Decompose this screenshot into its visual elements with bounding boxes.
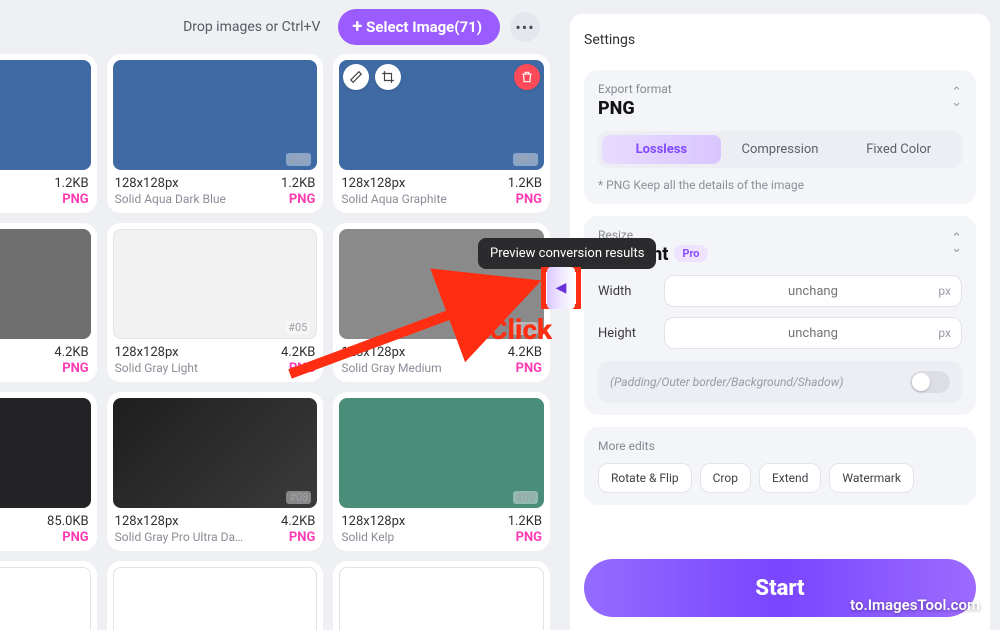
site-watermark: to.ImagesTool.com <box>850 596 980 614</box>
more-menu-button[interactable]: ••• <box>510 12 540 42</box>
card-name: Solid Aqua Graphite <box>341 192 446 206</box>
card-name: Solid Kelp <box>341 530 394 544</box>
card-index: #08 <box>286 491 311 504</box>
export-format-note: * PNG Keep all the details of the image <box>598 178 962 192</box>
chevron-updown-icon: ⌃⌄ <box>951 88 962 108</box>
image-card[interactable] <box>333 561 550 630</box>
padding-switch[interactable] <box>910 371 950 393</box>
card-name: Solid Gray Pro Ultra Dark <box>115 530 245 544</box>
height-input[interactable]: px <box>664 317 962 349</box>
export-mode-segmented: Lossless Compression Fixed Color <box>598 131 962 168</box>
chip-watermark[interactable]: Watermark <box>829 463 914 493</box>
image-card[interactable]: #03 128x128px 1.2KB Solid Aqua Graphite PNG <box>333 54 550 213</box>
card-format: PNG <box>62 361 88 376</box>
card-size: 1.2KB <box>508 176 542 191</box>
settings-panel: Settings Export format PNG ⌃⌄ Lossless C… <box>570 14 990 630</box>
height-field[interactable] <box>695 326 932 341</box>
card-size: 1.2KB <box>508 514 542 529</box>
more-edits-label: More edits <box>598 439 962 453</box>
card-size: 1.2KB <box>281 176 315 191</box>
padding-toggle-row[interactable]: (Padding/Outer border/Background/Shadow) <box>598 361 962 403</box>
seg-lossless[interactable]: Lossless <box>602 135 721 164</box>
card-name: Solid Aqua Dark Blue <box>115 192 226 206</box>
select-image-button[interactable]: + Select Image(71) <box>338 9 500 45</box>
card-format: PNG <box>62 192 88 207</box>
image-card[interactable]: 4.2KBPNG <box>0 223 97 382</box>
preview-handle-button[interactable]: ◀ <box>547 267 575 309</box>
tab-settings[interactable]: Settings <box>582 22 637 62</box>
card-size: 1.2KB <box>54 176 88 191</box>
delete-icon[interactable] <box>514 64 540 90</box>
image-card[interactable]: #08 128x128px 4.2KB Solid Gray Pro Ultra Da… <box>107 392 324 551</box>
export-format-label: Export format <box>598 82 962 96</box>
top-toolbar: Drop images or Ctrl+V + Select Image(71)… <box>0 0 560 54</box>
seg-fixed-color[interactable]: Fixed Color <box>839 135 958 164</box>
export-format-value: PNG <box>598 98 962 119</box>
card-name: Solid Gray Light <box>115 361 198 375</box>
card-dims: 128x128px <box>115 176 179 191</box>
color-swatch <box>113 567 318 630</box>
color-swatch <box>0 398 91 508</box>
image-card[interactable]: #09 128x128px 1.2KB Solid Kelp PNG <box>333 392 550 551</box>
card-dims: 128x128px <box>341 514 405 529</box>
crop-icon[interactable] <box>375 64 401 90</box>
panel-tabs: Settings <box>570 22 990 70</box>
card-size: 85.0KB <box>47 514 89 529</box>
color-swatch: #09 <box>339 398 544 508</box>
padding-hint: (Padding/Outer border/Background/Shadow) <box>610 375 843 389</box>
card-dims: 128x128px <box>115 345 179 360</box>
chip-extend[interactable]: Extend <box>759 463 821 493</box>
card-size: 4.2KB <box>281 514 315 529</box>
edit-icon[interactable] <box>343 64 369 90</box>
card-size: 4.2KB <box>54 345 88 360</box>
color-swatch: #02 <box>113 60 318 170</box>
seg-compression[interactable]: Compression <box>721 135 840 164</box>
card-dims: 128x128px <box>115 514 179 529</box>
more-edits-section: More edits Rotate & Flip Crop Extend Wat… <box>584 427 976 505</box>
plus-icon: + <box>352 20 362 34</box>
color-swatch: #08 <box>113 398 318 508</box>
image-card[interactable] <box>107 561 324 630</box>
card-index: #03 <box>513 153 538 166</box>
preview-handle-highlight: ◀ <box>541 267 581 309</box>
chevron-updown-icon: ⌃⌄ <box>951 234 962 254</box>
width-unit: px <box>938 284 951 298</box>
chip-rotate-flip[interactable]: Rotate & Flip <box>598 463 692 493</box>
width-field[interactable] <box>695 284 932 299</box>
image-card[interactable]: 85.0KBPNG <box>0 392 97 551</box>
image-card[interactable]: #02 128x128px 1.2KB Solid Aqua Dark Blue PNG <box>107 54 324 213</box>
color-swatch <box>0 229 91 339</box>
pro-badge: Pro <box>674 245 707 262</box>
export-format-section[interactable]: Export format PNG ⌃⌄ Lossless Compressio… <box>584 70 976 204</box>
drop-hint: Drop images or Ctrl+V <box>183 19 320 35</box>
card-format: PNG <box>516 192 542 207</box>
card-format: PNG <box>62 530 88 545</box>
click-annotation: Click <box>489 313 552 346</box>
color-swatch <box>339 567 544 630</box>
card-index: #09 <box>513 491 538 504</box>
image-card[interactable]: 1.2KBPNG <box>0 54 97 213</box>
preview-tooltip: Preview conversion results <box>478 238 656 269</box>
image-card[interactable] <box>0 561 97 630</box>
card-toolbar <box>343 64 540 90</box>
color-swatch <box>0 567 91 630</box>
height-label: Height <box>598 326 654 341</box>
card-format: PNG <box>289 192 315 207</box>
width-input[interactable]: px <box>664 275 962 307</box>
card-format: PNG <box>516 530 542 545</box>
card-index: #02 <box>286 153 311 166</box>
height-unit: px <box>938 326 951 340</box>
chip-crop[interactable]: Crop <box>700 463 751 493</box>
card-dims: 128x128px <box>341 176 405 191</box>
select-image-label: Select Image(71) <box>366 18 482 36</box>
card-format: PNG <box>289 530 315 545</box>
color-swatch <box>0 60 91 170</box>
width-label: Width <box>598 284 654 299</box>
